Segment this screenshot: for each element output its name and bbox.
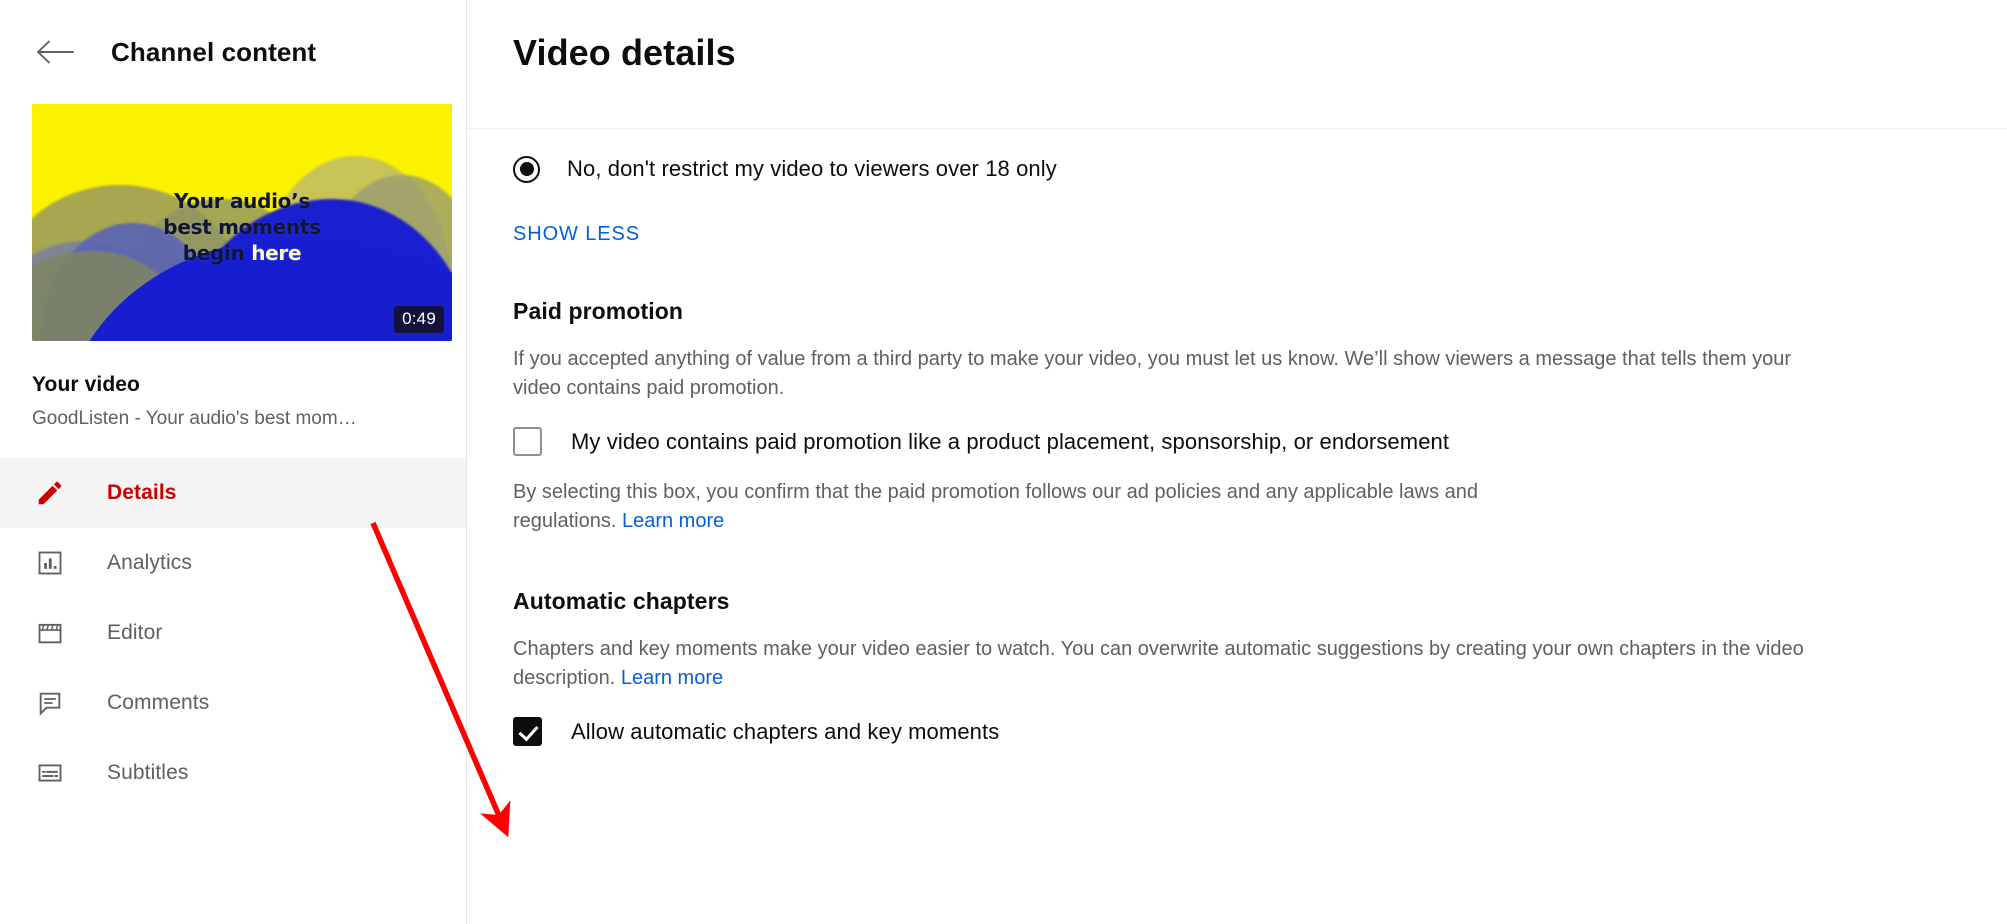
sidebar-item-label: Analytics — [107, 551, 192, 574]
thumbnail-text-line-2: best moments — [163, 214, 321, 239]
video-duration-badge: 0:49 — [394, 306, 444, 333]
paid-promotion-fine-print: By selecting this box, you confirm that … — [513, 478, 1513, 536]
pencil-icon — [33, 476, 67, 510]
paid-promotion-description: If you accepted anything of value from a… — [513, 348, 1792, 399]
paid-promotion-checkbox-row[interactable]: My video contains paid promotion like a … — [513, 427, 2007, 456]
clapperboard-icon — [33, 616, 67, 650]
main-body: No, don't restrict my video to viewers o… — [467, 139, 2007, 746]
thumbnail-overlay-text: Your audio’s best moments begin here — [32, 189, 452, 266]
thumbnail-text-line-3-pre: begin — [182, 240, 252, 265]
back-arrow-icon[interactable] — [32, 29, 78, 75]
video-thumbnail[interactable]: Your audio’s best moments begin here 0:4… — [32, 104, 452, 341]
paid-promotion-checkbox-label: My video contains paid promotion like a … — [571, 428, 1450, 454]
sidebar: Channel content Your audio’s best moment… — [0, 0, 467, 924]
main-header: Video details — [467, 0, 2007, 128]
age-restriction-option-row[interactable]: No, don't restrict my video to viewers o… — [513, 139, 2007, 199]
automatic-chapters-learn-more-link[interactable]: Learn more — [621, 667, 723, 689]
thumbnail-text-line-3: begin here — [32, 241, 452, 267]
allow-automatic-chapters-row[interactable]: Allow automatic chapters and key moments — [513, 717, 2007, 746]
automatic-chapters-heading: Automatic chapters — [513, 588, 730, 614]
header-divider — [467, 128, 2007, 129]
sidebar-item-label: Subtitles — [107, 761, 189, 784]
age-restriction-radio-selected[interactable] — [513, 155, 540, 183]
sidebar-item-subtitles[interactable]: Subtitles — [0, 738, 466, 808]
automatic-chapters-section: Automatic chapters Chapters and key mome… — [513, 588, 2007, 746]
sidebar-item-label: Editor — [107, 621, 163, 644]
video-title: Your video — [32, 373, 140, 396]
paid-promotion-section: Paid promotion If you accepted anything … — [513, 298, 2007, 536]
youtube-studio-video-details-page: Channel content Your audio’s best moment… — [0, 0, 2007, 924]
comment-icon — [33, 686, 67, 720]
video-subtitle: GoodListen - Your audio's best mom… — [32, 408, 357, 429]
sidebar-nav: Details Analytics Editor Comments Subtit… — [0, 458, 466, 808]
sidebar-header: Channel content — [0, 0, 466, 104]
subtitles-icon — [33, 756, 67, 790]
allow-automatic-chapters-label: Allow automatic chapters and key moments — [571, 718, 1000, 744]
sidebar-item-label: Details — [107, 481, 177, 504]
age-restriction-radio-label: No, don't restrict my video to viewers o… — [567, 156, 1057, 181]
sidebar-item-editor[interactable]: Editor — [0, 598, 466, 668]
automatic-chapters-description: Chapters and key moments make your video… — [513, 635, 1833, 693]
allow-automatic-chapters-checkbox[interactable] — [513, 717, 542, 746]
page-title: Video details — [513, 32, 736, 73]
thumbnail-text-line-1: Your audio’s — [174, 189, 310, 214]
sidebar-item-label: Comments — [107, 691, 210, 714]
thumbnail-text-line-3-highlight: here — [251, 240, 302, 265]
sidebar-item-comments[interactable]: Comments — [0, 668, 466, 738]
sidebar-item-details[interactable]: Details — [0, 458, 466, 528]
paid-promotion-learn-more-link[interactable]: Learn more — [622, 510, 724, 532]
paid-promotion-checkbox[interactable] — [513, 427, 542, 456]
show-less-button[interactable]: SHOW LESS — [513, 223, 640, 246]
video-card: Your audio’s best moments begin here 0:4… — [0, 104, 466, 430]
main-content: Video details No, don't restrict my vide… — [467, 0, 2007, 924]
bar-chart-icon — [33, 546, 67, 580]
sidebar-header-title: Channel content — [111, 36, 317, 67]
sidebar-item-analytics[interactable]: Analytics — [0, 528, 466, 598]
paid-promotion-heading: Paid promotion — [513, 298, 684, 324]
